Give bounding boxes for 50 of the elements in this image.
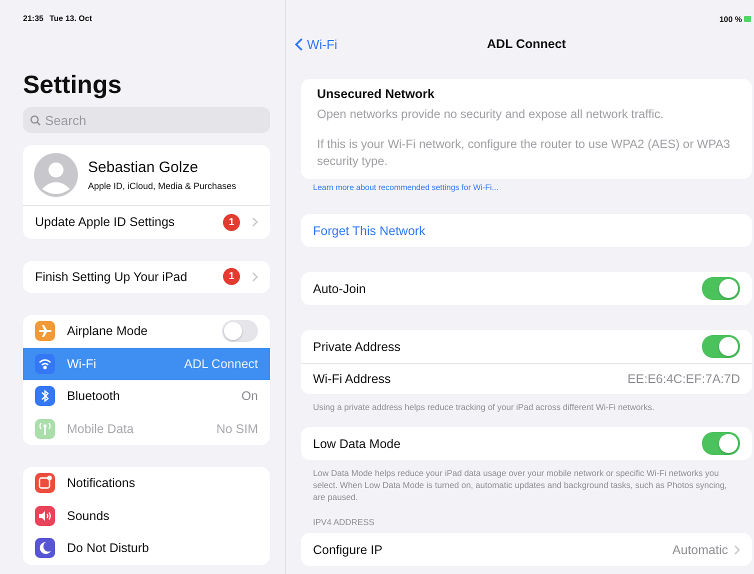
notification-icon — [35, 473, 55, 494]
avatar-icon — [34, 153, 78, 197]
notice-text: If this is your Wi-Fi network, configure the router to use WPA2 (AES) or WPA3 security type. — [317, 136, 732, 170]
speaker-icon — [35, 506, 55, 526]
footnote-text: Using a private address helps reduce tracking of your iPad across different Wi-Fi networks. — [312, 401, 656, 413]
settings-row[interactable]: Update Apple ID Settings 1 — [23, 206, 270, 238]
profile-subtitle: Apple ID, iCloud, Media & Purchases — [88, 181, 236, 191]
forget-network-button[interactable]: Forget This Network — [301, 214, 752, 247]
battery-icon — [744, 15, 752, 23]
toggle-switch[interactable] — [702, 277, 740, 300]
antenna-icon — [35, 418, 55, 439]
back-button[interactable]: Wi-Fi — [295, 36, 338, 52]
moon-icon — [35, 538, 55, 558]
setting-label: Low Data Mode — [313, 436, 402, 450]
chevron-icon — [734, 544, 740, 554]
setting-label: Wi-Fi Address — [313, 372, 392, 386]
bluetooth-icon — [35, 386, 55, 406]
toggle-switch[interactable] — [702, 432, 740, 455]
status-date: Tue 13. Oct — [49, 14, 92, 23]
back-chevron-icon — [295, 38, 303, 50]
setting-label: Private Address — [313, 340, 402, 354]
page-title: Settings — [23, 71, 123, 100]
settings-row[interactable]: Sounds — [23, 500, 270, 532]
settings-row[interactable]: Finish Setting Up Your iPad 1 — [23, 260, 270, 293]
notice-title: Unsecured Network — [317, 87, 436, 101]
status-time: 21:35 — [23, 14, 44, 23]
toggle-switch[interactable] — [702, 335, 740, 358]
battery-percentage: 100 % — [719, 14, 742, 24]
wifi-icon — [35, 354, 55, 374]
setting-label: Auto-Join — [313, 282, 367, 296]
footnote-text: Low Data Mode helps reduce your iPad data usage over your mobile network or specific Wi-Fi networks you select. When Low Data Mode is turned on, automatic updates and background tasks, such as Photos syncing, are paused. — [312, 467, 728, 503]
learn-more-link[interactable]: Learn more about recommended settings for Wi-Fi... — [313, 183, 498, 192]
notice-text: Open networks provide no security and expose all network traffic. — [317, 106, 665, 123]
chevron-icon — [252, 217, 258, 228]
settings-row[interactable]: Airplane Mode — [23, 315, 270, 348]
setting-value: EE:E6:4C:EF:7A:7D — [627, 372, 740, 386]
settings-row[interactable]: Notifications — [23, 467, 270, 500]
notification-badge: 1 — [223, 268, 240, 286]
page-title: ADL Connect — [487, 37, 566, 51]
settings-row[interactable]: Do Not Disturb — [23, 532, 270, 564]
settings-row[interactable]: Bluetooth On — [23, 380, 270, 412]
chevron-icon — [252, 272, 258, 282]
profile-name[interactable]: Sebastian Golze — [88, 159, 236, 176]
search-icon — [30, 114, 41, 126]
search-field[interactable]: Search — [23, 107, 270, 133]
toggle-switch[interactable] — [222, 320, 258, 342]
airplane-icon — [35, 321, 55, 342]
settings-row[interactable]: Configure IP Automatic — [301, 533, 752, 566]
section-header: IPV4 ADDRESS — [312, 516, 376, 529]
notification-badge: 1 — [223, 214, 240, 231]
